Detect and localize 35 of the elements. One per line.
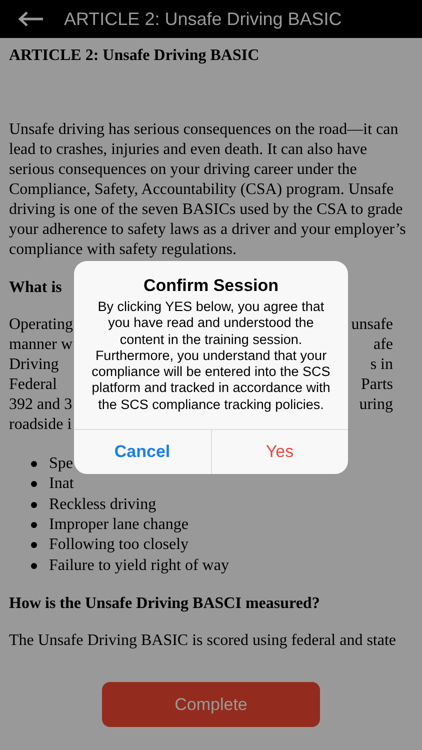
- complete-button[interactable]: Complete: [102, 682, 320, 727]
- dialog-title: Confirm Session: [142, 276, 280, 296]
- bullet-icon: [31, 542, 37, 548]
- article-title: ARTICLE 2: Unsafe Driving BASIC: [9, 46, 260, 66]
- paragraph: The Unsafe Driving BASIC is scored using federal and state: [9, 630, 398, 651]
- bullet-icon: [31, 502, 37, 508]
- cancel-button[interactable]: Cancel: [74, 430, 212, 474]
- text-fragment: manner w: [9, 335, 73, 355]
- back-arrow-icon[interactable]: [18, 11, 44, 27]
- list-item: Spe: [49, 454, 73, 474]
- bullet-icon: [31, 562, 37, 569]
- text-fragment: Operating: [9, 315, 73, 335]
- text-fragment: uring: [359, 395, 393, 415]
- yes-button[interactable]: Yes: [212, 430, 348, 474]
- list-item: Following too closely: [49, 535, 189, 556]
- section-heading: How is the Unsafe Driving BASCI measured?: [9, 594, 320, 614]
- text-fragment: roadside i: [9, 415, 72, 435]
- list-item: Improper lane change: [49, 515, 188, 536]
- section-heading: What is: [9, 278, 62, 298]
- bullet-icon: [31, 481, 37, 488]
- list-item: Inat: [49, 474, 74, 494]
- paragraph: Unsafe driving has serious consequences on the road—it can lead to crashes, injuries and even death. It can also have serious consequences on your driving career under the Compliance, Safety, Accountability (CSA) program. Unsafe driving is one of the seven BASICs used by the CSA to grade your adherence to safety laws as a driver and your employer’s compliance with safety regulations.: [9, 120, 407, 260]
- text-fragment: Federal: [9, 375, 57, 395]
- text-fragment: s in: [370, 355, 393, 375]
- text-fragment: Parts: [361, 375, 393, 395]
- screen-title: ARTICLE 2: Unsafe Driving BASIC: [64, 8, 342, 30]
- text-fragment: unsafe: [351, 315, 393, 335]
- list-item: Failure to yield right of way: [49, 556, 229, 576]
- text-fragment: 392 and 3: [9, 395, 72, 415]
- text-fragment: Driving: [9, 355, 59, 375]
- bullet-icon: [31, 461, 37, 468]
- dialog-message: By clicking YES below, you agree that you have read and understood the content in the training session. Furthermore, you understand that your compliance will be entered into the SCS platform and tracked in accordance with the SCS compliance tracking policies.: [90, 299, 332, 414]
- bullet-icon: [31, 522, 37, 528]
- list-item: Reckless driving: [49, 494, 156, 515]
- text-fragment: afe: [373, 335, 393, 355]
